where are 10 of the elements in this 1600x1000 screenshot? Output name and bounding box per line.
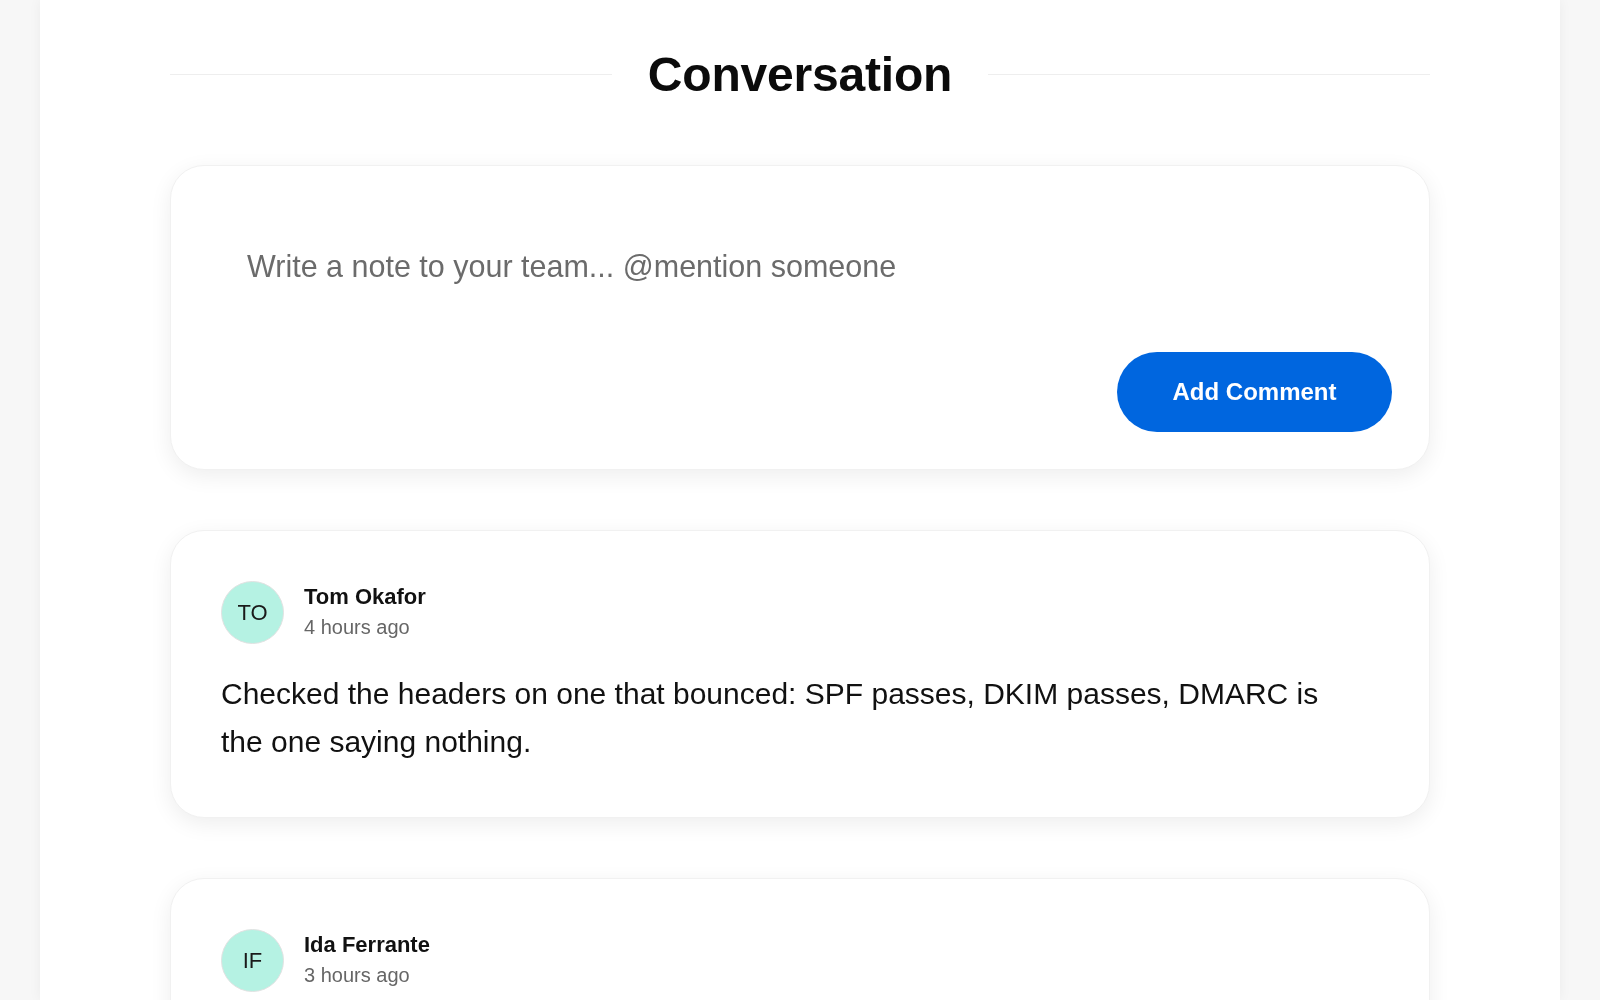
add-comment-button[interactable]: Add Comment <box>1117 351 1392 432</box>
comment-text: Checked the headers on one that bounced: SPF passes, DKIM passes, DMARC is the one saying nothing. <box>221 675 1320 760</box>
author-avatar: TO <box>221 580 284 644</box>
author-name: Tom Okafor <box>304 583 426 612</box>
comment-time: 4 hours ago <box>304 615 411 641</box>
author-name: Ida Ferrante <box>304 931 430 960</box>
comment-input-field[interactable]: Write a note to your team... @mention someone Add Comment <box>170 164 1430 470</box>
author-avatar: IF <box>221 928 284 992</box>
section-title: Conversation <box>647 47 953 103</box>
comment-time: 3 hours ago <box>304 963 411 989</box>
